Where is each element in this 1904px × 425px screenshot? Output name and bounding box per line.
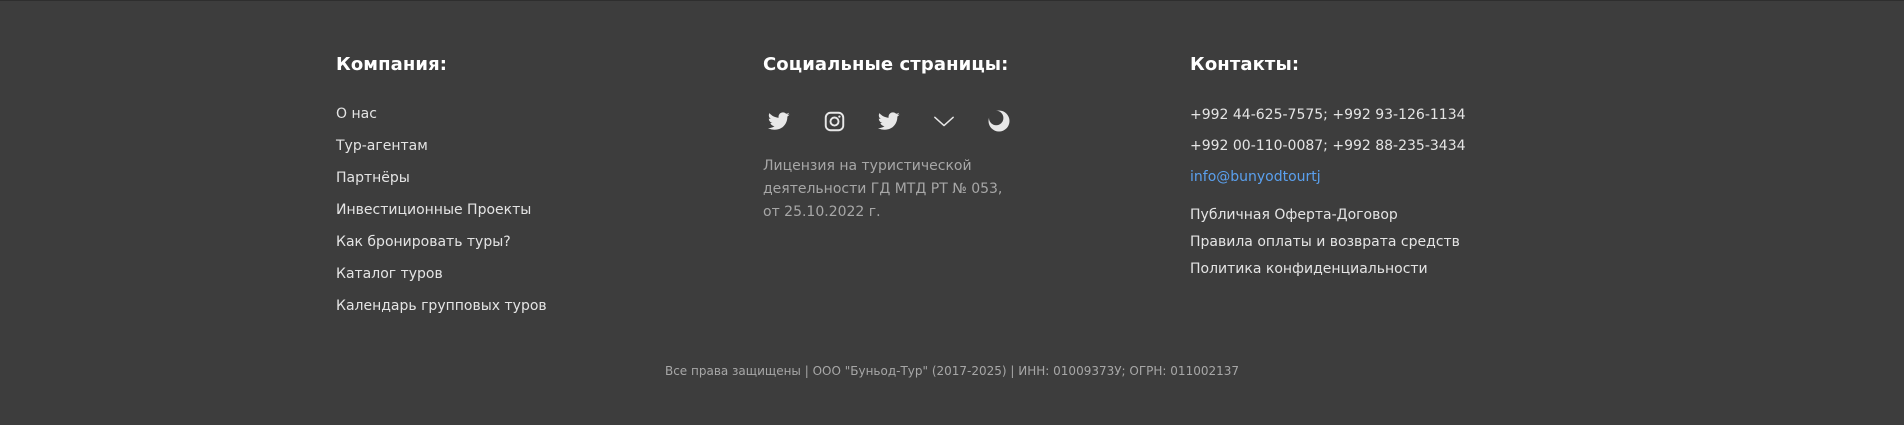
vk-icon[interactable]	[930, 107, 958, 135]
list-item: Правила оплаты и возврата средств	[1190, 231, 1590, 258]
list-item: Партнёры	[336, 167, 736, 199]
public-offer-link[interactable]: Публичная Оферта-Договор	[1190, 207, 1398, 223]
about-link[interactable]: О нас	[336, 106, 377, 122]
odnoklassniki-icon[interactable]	[985, 107, 1013, 135]
phone-line-2[interactable]: +992 00-110-0087; +992 88-235-3434	[1190, 136, 1590, 167]
contacts-column: Контакты: +992 44-625-7575; +992 93-126-…	[1190, 53, 1590, 301]
phones-block: +992 44-625-7575; +992 93-126-1134 +992 …	[1190, 105, 1590, 187]
list-item: Тур-агентам	[336, 135, 736, 167]
twitter-icon[interactable]	[875, 107, 903, 135]
list-item: Публичная Оферта-Договор	[1190, 204, 1590, 231]
site-footer: Компания: О нас Тур-агентам Партнёры Инв…	[0, 0, 1904, 425]
company-column: Компания: О нас Тур-агентам Партнёры Инв…	[336, 53, 736, 327]
company-title: Компания:	[336, 54, 448, 75]
how-to-book-link[interactable]: Как бронировать туры?	[336, 234, 511, 250]
partners-link[interactable]: Партнёры	[336, 170, 410, 186]
list-item: Политика конфиденциальности	[1190, 258, 1590, 285]
privacy-policy-link[interactable]: Политика конфиденциальности	[1190, 261, 1428, 277]
list-item: О нас	[336, 103, 736, 135]
documents-links: Публичная Оферта-Договор Правила оплаты …	[1190, 204, 1590, 285]
payment-refund-rules-link[interactable]: Правила оплаты и возврата средств	[1190, 234, 1460, 250]
company-links: О нас Тур-агентам Партнёры Инвестиционны…	[336, 103, 736, 327]
twitter-icon[interactable]	[765, 107, 793, 135]
license-text: Лицензия на туристической деятельности Г…	[763, 158, 1003, 220]
social-title: Социальные страницы:	[763, 54, 1009, 75]
list-item: Инвестиционные Проекты	[336, 199, 736, 231]
email-link[interactable]: info@bunyodtourtj	[1190, 167, 1590, 187]
copyright-text: Все права защищены | ООО "Буньод-Тур" (2…	[664, 364, 1240, 378]
social-icons	[763, 107, 1083, 135]
contacts-title: Контакты:	[1190, 54, 1300, 75]
list-item: Как бронировать туры?	[336, 231, 736, 263]
list-item: Календарь групповых туров	[336, 295, 736, 327]
phone-line-1[interactable]: +992 44-625-7575; +992 93-126-1134	[1190, 105, 1590, 136]
tour-catalog-link[interactable]: Каталог туров	[336, 266, 443, 282]
list-item: Каталог туров	[336, 263, 736, 295]
social-column: Социальные страницы: Лицензия на туристи…	[763, 53, 1083, 224]
tour-agents-link[interactable]: Тур-агентам	[336, 138, 428, 154]
group-tours-calendar-link[interactable]: Календарь групповых туров	[336, 298, 547, 314]
instagram-icon[interactable]	[820, 107, 848, 135]
investment-projects-link[interactable]: Инвестиционные Проекты	[336, 202, 531, 218]
